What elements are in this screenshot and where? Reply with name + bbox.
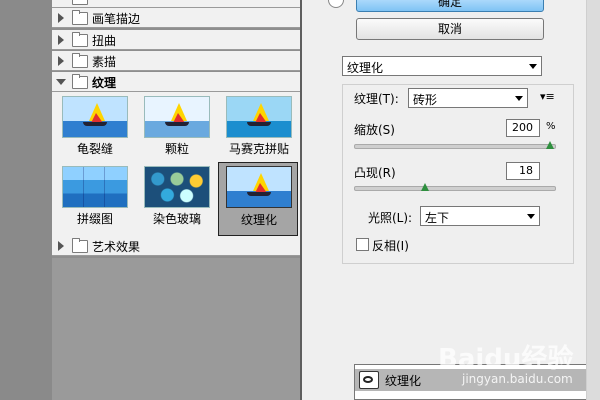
scale-slider-knob[interactable] bbox=[546, 141, 554, 149]
filter-tile-craquelure[interactable]: 龟裂缝 bbox=[56, 94, 134, 164]
dropdown-value: 左下 bbox=[425, 211, 450, 225]
watermark-logo: Baidu经验 bbox=[438, 344, 574, 374]
category-label: 艺术效果 bbox=[92, 240, 141, 254]
category-label: 纹理 bbox=[92, 76, 117, 90]
thumbnail bbox=[144, 166, 210, 208]
tile-caption: 纹理化 bbox=[240, 213, 277, 227]
thumbnail bbox=[226, 96, 292, 138]
tile-caption: 拼缀图 bbox=[76, 212, 113, 226]
filter-select-dropdown[interactable]: 纹理化 bbox=[342, 56, 542, 76]
folder-icon bbox=[72, 0, 88, 5]
thumbnail bbox=[62, 166, 128, 208]
relief-input[interactable]: 18 bbox=[506, 162, 540, 180]
ok-button[interactable]: 确定 bbox=[356, 0, 544, 12]
category-row-partial[interactable] bbox=[52, 0, 300, 8]
scale-unit: % bbox=[546, 121, 556, 132]
scale-label: 缩放(S) bbox=[354, 123, 395, 137]
cancel-button[interactable]: 取消 bbox=[356, 18, 544, 40]
invert-checkbox[interactable] bbox=[356, 238, 369, 251]
tile-caption: 龟裂缝 bbox=[76, 142, 113, 156]
light-label: 光照(L): bbox=[368, 211, 413, 225]
watermark-url: jingyan.baidu.com bbox=[462, 372, 573, 386]
chevron-down-icon bbox=[515, 96, 523, 101]
panel-scroll-edge bbox=[586, 0, 600, 400]
light-dropdown[interactable]: 左下 bbox=[420, 206, 540, 226]
relief-slider-knob[interactable] bbox=[420, 183, 429, 191]
dropdown-value: 砖形 bbox=[413, 93, 438, 107]
category-sketch[interactable]: 素描 bbox=[52, 51, 300, 71]
triangle-right-icon bbox=[58, 13, 64, 23]
thumbnail bbox=[62, 96, 128, 138]
category-texture[interactable]: 纹理 bbox=[52, 72, 300, 92]
category-distort[interactable]: 扭曲 bbox=[52, 30, 300, 50]
radio-partial[interactable] bbox=[328, 0, 344, 8]
chevron-down-icon bbox=[529, 64, 537, 69]
scale-slider-track[interactable] bbox=[354, 144, 556, 149]
effect-layer-name: 纹理化 bbox=[385, 374, 422, 388]
folder-icon bbox=[72, 238, 88, 253]
thumbnail bbox=[144, 96, 210, 138]
tile-caption: 马赛克拼贴 bbox=[228, 142, 289, 156]
texture-label: 纹理(T): bbox=[354, 92, 399, 106]
category-label: 画笔描边 bbox=[92, 12, 141, 26]
triangle-right-icon bbox=[58, 35, 64, 45]
texture-thumbnails: 龟裂缝 颗粒 马赛克拼贴 拼缀图 染色玻璃 纹理化 bbox=[52, 92, 300, 237]
folder-icon bbox=[72, 32, 88, 47]
texture-dropdown[interactable]: 砖形 bbox=[408, 88, 528, 108]
relief-slider-track[interactable] bbox=[354, 186, 556, 191]
category-brush-strokes[interactable]: 画笔描边 bbox=[52, 8, 300, 28]
chevron-down-icon bbox=[527, 214, 535, 219]
filter-tile-patchwork[interactable]: 拼缀图 bbox=[56, 164, 134, 234]
category-label: 扭曲 bbox=[92, 34, 117, 48]
scale-input[interactable]: 200 bbox=[506, 119, 540, 137]
filter-category-tree: 画笔描边 扭曲 素描 纹理 龟裂缝 颗粒 马赛克拼贴 拼缀图 染色玻璃 纹理化 … bbox=[52, 0, 302, 400]
eye-icon[interactable] bbox=[359, 371, 379, 389]
invert-label: 反相(I) bbox=[372, 239, 409, 253]
empty-tree-area bbox=[52, 258, 300, 400]
triangle-down-icon bbox=[56, 79, 66, 85]
triangle-right-icon bbox=[58, 241, 64, 251]
filter-tile-stained-glass[interactable]: 染色玻璃 bbox=[138, 164, 216, 234]
category-artistic[interactable]: 艺术效果 bbox=[52, 236, 300, 256]
triangle-right-icon bbox=[58, 56, 64, 66]
filter-tile-grain[interactable]: 颗粒 bbox=[138, 94, 216, 164]
filter-tile-mosaic-tiles[interactable]: 马赛克拼贴 bbox=[220, 94, 298, 164]
tile-caption: 染色玻璃 bbox=[152, 212, 201, 226]
panel-menu-icon[interactable]: ▾≡ bbox=[540, 90, 555, 103]
dropdown-value: 纹理化 bbox=[347, 61, 384, 75]
relief-label: 凸现(R) bbox=[354, 166, 396, 180]
left-gray-strip bbox=[0, 0, 53, 400]
category-label: 素描 bbox=[92, 55, 117, 69]
thumbnail bbox=[226, 166, 292, 208]
folder-icon bbox=[72, 10, 88, 25]
tile-caption: 颗粒 bbox=[164, 142, 189, 156]
filter-tile-texturizer-selected[interactable]: 纹理化 bbox=[218, 162, 298, 236]
folder-icon bbox=[72, 74, 88, 89]
folder-icon bbox=[72, 53, 88, 68]
